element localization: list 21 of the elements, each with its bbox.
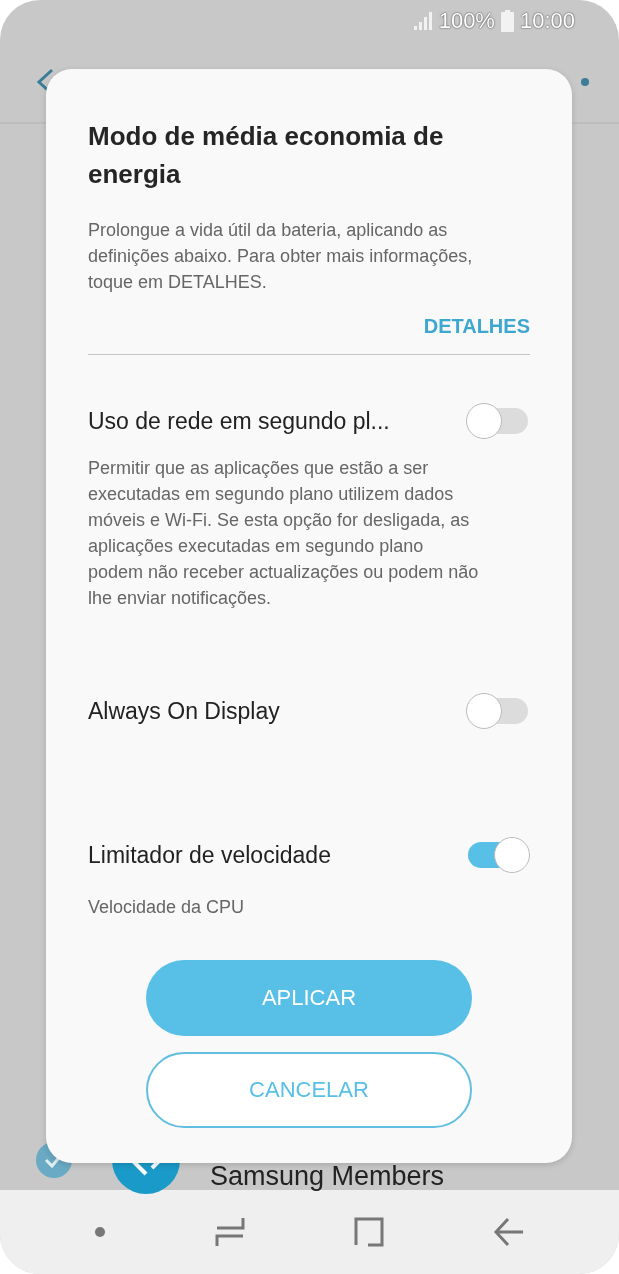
toggle-switch[interactable] (466, 693, 530, 729)
setting-subtitle: Velocidade da CPU (88, 897, 246, 918)
setting-label: Limitador de velocidade (88, 841, 331, 869)
recent-apps-icon[interactable] (215, 1216, 246, 1248)
app-name: Samsung Members (210, 1162, 445, 1190)
dialog-description: Prolongue a vida útil da bateria, aplicando as definições abaixo. Para obter mais informações, toque em DETALHES. (88, 219, 474, 294)
dot-icon (581, 78, 589, 86)
signal-icon (412, 11, 433, 31)
battery-icon (500, 10, 514, 32)
details-link[interactable]: DETALHES (423, 315, 530, 338)
home-icon[interactable] (353, 1217, 384, 1247)
setting-label: Always On Display (88, 697, 280, 725)
dot-icon[interactable] (94, 1226, 107, 1238)
setting-label: Uso de rede em segundo pl... (88, 407, 390, 435)
dialog-title: Modo de média economia de energia (88, 120, 445, 191)
apply-button[interactable]: APLICAR (146, 960, 472, 1036)
toggle-switch[interactable] (466, 837, 530, 873)
toggle-switch[interactable] (466, 403, 530, 439)
setting-description: Permitir que as aplicações que estão a ser executadas em segundo plano utilizem dados móveis e Wi-Fi. Se esta opção for desligada, as aplicações executadas em segundo plano podem não receber actualizações ou podem não lhe enviar notificações. (88, 457, 480, 610)
cancel-button[interactable]: CANCELAR (146, 1052, 472, 1128)
back-icon[interactable] (492, 1217, 525, 1247)
